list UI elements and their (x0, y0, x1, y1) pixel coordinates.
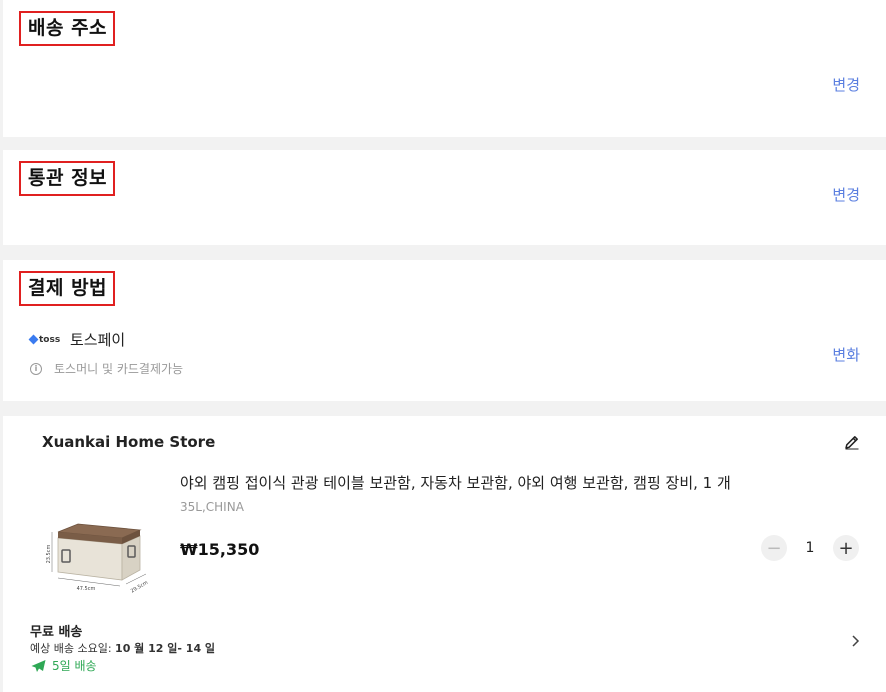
shipping-days: 5일 배송 (30, 657, 97, 674)
shipping-address-section: 배송 주소 변경 (3, 0, 886, 137)
toss-gem-icon (28, 334, 39, 345)
shipping-eta-label: 예상 배송 소요일: (30, 642, 112, 655)
minus-icon: − (766, 537, 782, 559)
order-item-section: Xuankai Home Store 야외 캠핑 접이식 관광 테이블 보관함,… (3, 416, 886, 692)
quantity-stepper: − 1 + (761, 535, 859, 561)
section-title-payment-method: 결제 방법 (19, 271, 116, 306)
shipping-title: 무료 배송 (30, 625, 83, 640)
dim-width-label: 47.5cm (77, 586, 96, 592)
product-image[interactable]: 23.5cm 47.5cm 29.5cm (40, 510, 158, 596)
shipping-eta-value: 10 월 12 일- 14 일 (115, 642, 216, 655)
section-title-customs-info: 통관 정보 (19, 161, 116, 196)
airplane-icon (31, 659, 46, 672)
product-title[interactable]: 야외 캠핑 접이식 관광 테이블 보관함, 자동차 보관함, 야외 여행 보관함… (180, 472, 731, 493)
product-variant: 35L,CHINA (180, 500, 244, 514)
change-address-link[interactable]: 변경 (832, 74, 860, 95)
chevron-right-icon[interactable] (850, 634, 862, 648)
store-name: Xuankai Home Store (42, 433, 216, 451)
shipping-eta: 예상 배송 소요일: 10 월 12 일- 14 일 (30, 640, 215, 656)
payment-method-name: 토스페이 (70, 331, 126, 349)
decrease-quantity-button[interactable]: − (761, 535, 787, 561)
info-icon: i (30, 362, 42, 375)
dim-depth-label: 29.5cm (130, 580, 149, 595)
toss-logo: toss (28, 334, 62, 345)
edit-pencil-icon[interactable] (844, 434, 860, 450)
change-customs-link[interactable]: 변경 (832, 184, 860, 205)
payment-method-section: 결제 방법 toss 토스페이 i 토스머니 및 카드결제가능 변화 (3, 260, 886, 401)
plus-icon: + (838, 537, 854, 559)
payment-note-text: 토스머니 및 카드결제가능 (54, 362, 184, 376)
payment-note: i 토스머니 및 카드결제가능 (30, 360, 183, 377)
dim-height-label: 23.5cm (46, 545, 52, 564)
payment-option-toss[interactable]: toss 토스페이 (28, 329, 126, 350)
shipping-days-text: 5일 배송 (52, 659, 97, 673)
customs-info-section: 통관 정보 변경 (3, 150, 886, 245)
change-payment-link[interactable]: 변화 (832, 344, 860, 365)
product-price: ₩15,350 (180, 540, 260, 559)
quantity-value: 1 (805, 540, 815, 556)
section-title-shipping-address: 배송 주소 (19, 11, 116, 46)
increase-quantity-button[interactable]: + (833, 535, 859, 561)
